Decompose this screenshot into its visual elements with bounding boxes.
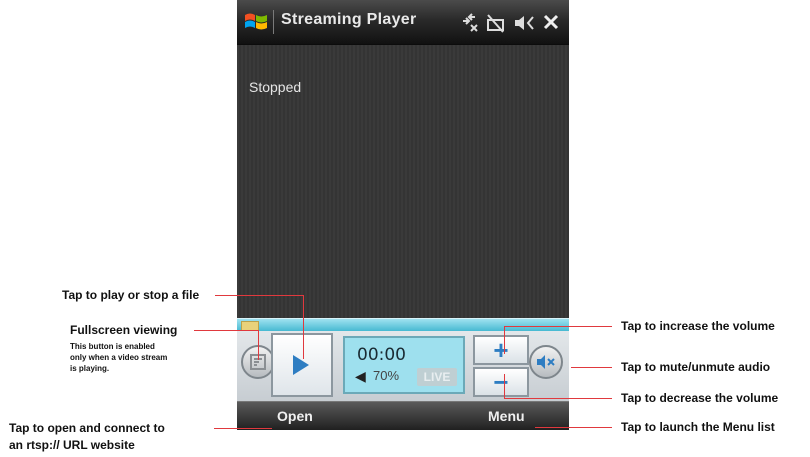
- callout-line-decrease-h: [504, 398, 612, 399]
- callout-increase: Tap to increase the volume: [621, 319, 775, 333]
- callout-mute: Tap to mute/unmute audio: [621, 360, 771, 374]
- callout-line-menu: [535, 427, 612, 428]
- battery-icon[interactable]: [485, 12, 507, 34]
- status-display: 00:00 ◀ 70% LIVE: [343, 336, 465, 394]
- callout-line-decrease-v: [504, 374, 505, 399]
- callout-line-increase-v: [504, 326, 505, 354]
- control-panel: 00:00 ◀ 70% LIVE + −: [237, 331, 569, 401]
- softkey-bar: Open Menu: [237, 401, 569, 430]
- plus-icon: +: [493, 335, 509, 365]
- callout-line-mute: [571, 367, 612, 368]
- callout-line-increase-h: [504, 326, 612, 327]
- live-badge: LIVE: [417, 368, 457, 386]
- fullscreen-note-2: only when a video stream: [70, 353, 168, 362]
- app-title: Streaming Player: [281, 11, 417, 28]
- progress-bar[interactable]: [237, 318, 569, 332]
- connectivity-icon[interactable]: [459, 13, 479, 33]
- volume-down-button[interactable]: −: [473, 367, 529, 397]
- fullscreen-note-1: This button is enabled: [70, 342, 155, 351]
- callout-menu: Tap to launch the Menu list: [621, 420, 775, 434]
- callout-open-1: Tap to open and connect to: [9, 421, 165, 435]
- callout-line-play-h: [215, 295, 304, 296]
- time-counter: 00:00: [357, 345, 406, 365]
- play-stop-button[interactable]: [271, 333, 333, 397]
- callout-line-play-v: [303, 295, 304, 359]
- close-icon[interactable]: [543, 14, 559, 30]
- callout-decrease: Tap to decrease the volume: [621, 391, 779, 405]
- mute-button[interactable]: [529, 345, 563, 379]
- device-screen: Streaming Player Stopped 00:00 ◀ 70% LIV…: [237, 0, 569, 430]
- title-separator: [273, 10, 274, 34]
- volume-level-icon: ◀: [355, 368, 366, 384]
- speaker-icon[interactable]: [513, 12, 535, 34]
- minus-icon: −: [493, 367, 509, 397]
- fullscreen-note-3: is playing.: [70, 364, 110, 373]
- callout-play: Tap to play or stop a file: [62, 288, 200, 302]
- callout-line-fullscreen-h: [194, 330, 259, 331]
- mute-icon: [537, 355, 555, 369]
- volume-up-button[interactable]: +: [473, 335, 529, 365]
- menu-softkey[interactable]: Menu: [488, 408, 525, 424]
- title-bar: Streaming Player: [237, 0, 569, 45]
- play-icon: [293, 355, 309, 375]
- callout-open-2: an rtsp:// URL website: [9, 438, 135, 452]
- volume-level: 70%: [373, 368, 400, 383]
- playback-status: Stopped: [249, 79, 302, 95]
- callout-line-fullscreen-v: [258, 330, 259, 360]
- open-softkey[interactable]: Open: [277, 408, 313, 424]
- callout-line-open: [214, 428, 272, 429]
- callout-fullscreen: Fullscreen viewing: [70, 323, 178, 337]
- windows-start-icon[interactable]: [243, 9, 269, 35]
- video-viewport: Stopped: [237, 45, 569, 318]
